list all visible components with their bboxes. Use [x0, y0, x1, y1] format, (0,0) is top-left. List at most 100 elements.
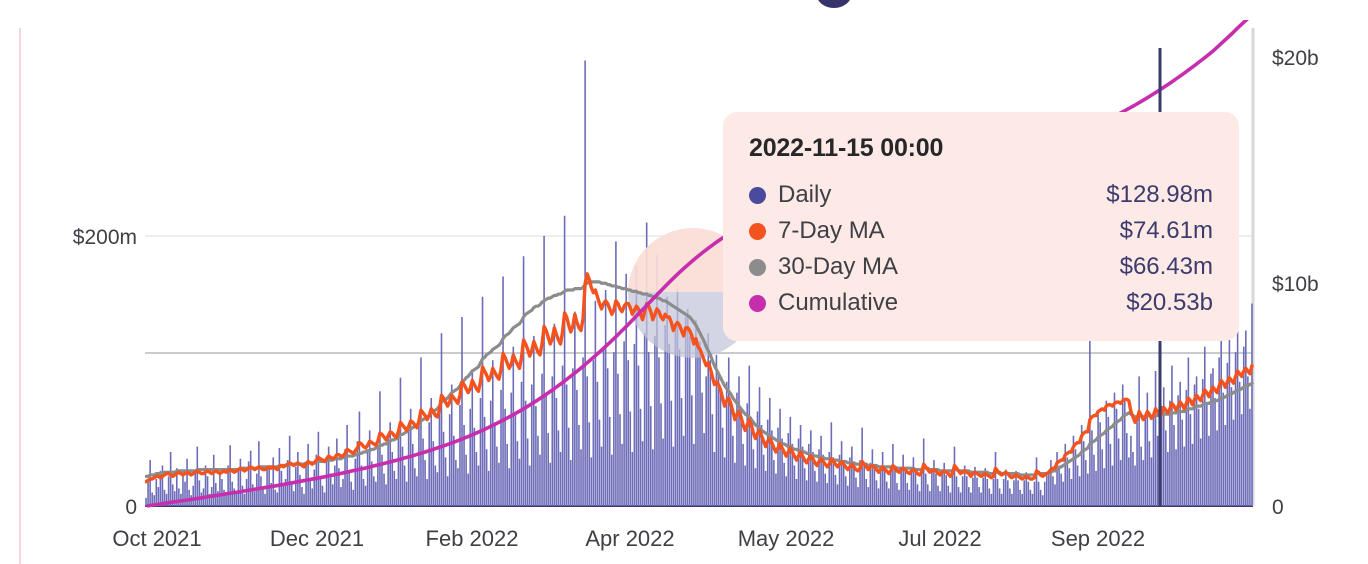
table-row[interactable]	[1228, 338, 1231, 506]
table-row[interactable]	[795, 479, 798, 506]
table-row[interactable]	[1111, 465, 1114, 507]
table-row[interactable]	[192, 485, 195, 506]
table-row[interactable]	[551, 376, 554, 506]
table-row[interactable]	[350, 481, 353, 506]
table-row[interactable]	[904, 470, 907, 506]
table-row[interactable]	[455, 460, 457, 506]
table-row[interactable]	[705, 376, 707, 506]
table-row[interactable]	[547, 433, 549, 506]
table-row[interactable]	[627, 360, 630, 506]
table-row[interactable]	[789, 416, 792, 506]
table-row[interactable]	[1148, 441, 1151, 506]
table-row[interactable]	[500, 389, 502, 506]
table-row[interactable]	[243, 493, 246, 506]
table-row[interactable]	[512, 346, 515, 506]
table-row[interactable]	[479, 398, 482, 506]
table-row[interactable]	[498, 462, 500, 506]
table-row[interactable]	[535, 406, 537, 506]
table-row[interactable]	[1023, 480, 1026, 506]
table-row[interactable]	[885, 481, 888, 506]
table-row[interactable]	[682, 435, 685, 506]
table-row[interactable]	[1150, 457, 1153, 506]
table-row[interactable]	[697, 346, 699, 506]
table-row[interactable]	[348, 472, 350, 506]
table-row[interactable]	[173, 491, 176, 506]
table-row[interactable]	[506, 443, 508, 506]
table-row[interactable]	[1070, 479, 1073, 506]
table-row[interactable]	[420, 357, 422, 507]
table-row[interactable]	[395, 479, 398, 506]
table-row[interactable]	[549, 462, 552, 506]
table-row[interactable]	[945, 474, 948, 506]
table-row[interactable]	[426, 479, 428, 506]
table-row[interactable]	[615, 241, 617, 506]
table-row[interactable]	[440, 333, 443, 506]
table-row[interactable]	[237, 469, 240, 506]
table-row[interactable]	[541, 373, 543, 506]
table-row[interactable]	[1154, 371, 1157, 506]
table-row[interactable]	[1033, 481, 1036, 506]
table-row[interactable]	[1249, 408, 1251, 506]
table-row[interactable]	[1087, 473, 1089, 506]
table-row[interactable]	[309, 480, 311, 506]
table-row[interactable]	[1048, 470, 1050, 506]
table-row[interactable]	[251, 484, 254, 506]
table-row[interactable]	[229, 445, 231, 506]
table-row[interactable]	[303, 493, 305, 506]
table-row[interactable]	[773, 460, 775, 506]
table-row[interactable]	[292, 491, 295, 506]
table-row[interactable]	[1173, 425, 1175, 506]
table-row[interactable]	[734, 462, 736, 506]
table-row[interactable]	[1189, 414, 1192, 506]
table-row[interactable]	[857, 487, 859, 506]
table-row[interactable]	[295, 466, 297, 506]
table-row[interactable]	[1126, 433, 1128, 506]
table-row[interactable]	[448, 414, 451, 506]
table-row[interactable]	[1220, 333, 1222, 506]
table-row[interactable]	[561, 365, 564, 506]
table-row[interactable]	[258, 441, 260, 506]
table-row[interactable]	[1142, 460, 1145, 506]
table-row[interactable]	[184, 481, 186, 506]
table-row[interactable]	[604, 290, 607, 506]
table-row[interactable]	[219, 472, 221, 506]
table-row[interactable]	[278, 447, 281, 506]
table-row[interactable]	[920, 470, 923, 506]
table-row[interactable]	[422, 438, 424, 507]
table-row[interactable]	[442, 431, 445, 506]
table-row[interactable]	[906, 483, 909, 506]
table-row[interactable]	[641, 441, 644, 506]
table-row[interactable]	[711, 414, 714, 506]
table-row[interactable]	[260, 476, 262, 506]
table-row[interactable]	[364, 485, 367, 506]
table-row[interactable]	[992, 479, 995, 506]
table-row[interactable]	[1134, 465, 1136, 507]
table-row[interactable]	[933, 460, 935, 506]
table-row[interactable]	[1199, 438, 1202, 507]
table-row[interactable]	[805, 480, 808, 506]
table-row[interactable]	[1169, 400, 1171, 506]
table-row[interactable]	[1138, 376, 1140, 506]
table-row[interactable]	[403, 465, 406, 507]
table-row[interactable]	[477, 465, 480, 507]
table-row[interactable]	[617, 373, 619, 506]
table-row[interactable]	[516, 441, 519, 506]
table-row[interactable]	[775, 473, 777, 506]
table-row[interactable]	[1203, 346, 1206, 506]
table-row[interactable]	[206, 476, 209, 506]
table-row[interactable]	[1144, 416, 1147, 506]
table-row[interactable]	[262, 488, 264, 506]
table-row[interactable]	[762, 454, 765, 506]
table-row[interactable]	[1181, 419, 1184, 506]
table-row[interactable]	[352, 489, 355, 506]
table-row[interactable]	[1009, 488, 1011, 506]
table-row[interactable]	[377, 445, 379, 506]
table-row[interactable]	[660, 403, 662, 506]
table-row[interactable]	[1130, 435, 1132, 506]
table-row[interactable]	[245, 479, 248, 506]
table-row[interactable]	[481, 296, 484, 506]
table-row[interactable]	[520, 381, 523, 506]
table-row[interactable]	[691, 395, 693, 506]
table-row[interactable]	[1041, 495, 1044, 506]
table-row[interactable]	[416, 476, 418, 506]
